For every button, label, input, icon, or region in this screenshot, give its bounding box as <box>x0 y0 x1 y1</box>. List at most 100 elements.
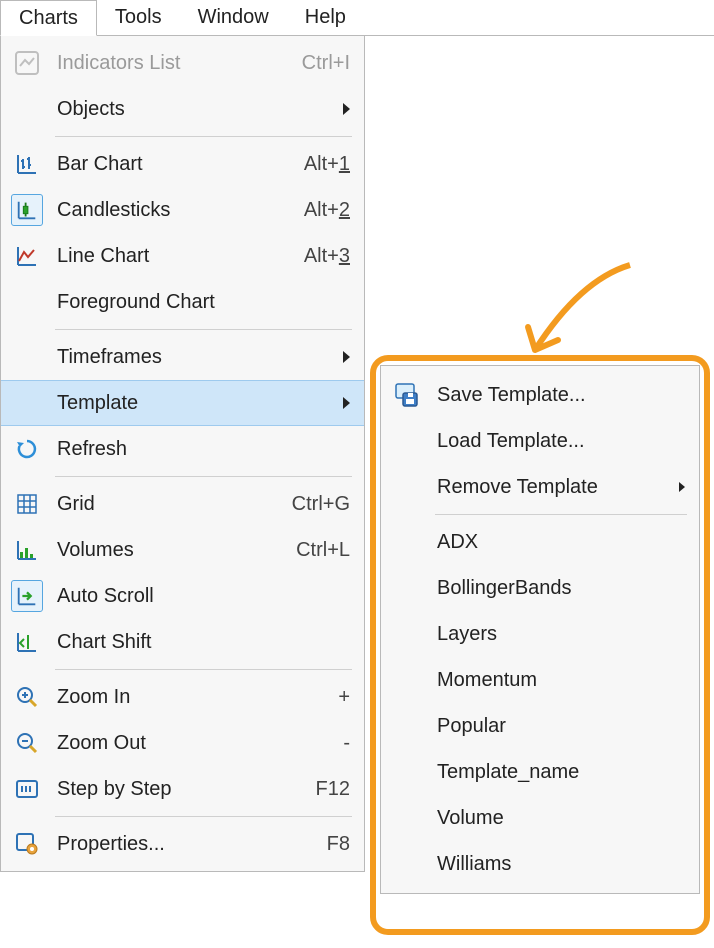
menu-bar-chart[interactable]: Bar Chart Alt+1 <box>1 141 364 187</box>
menu-shortcut: + <box>338 686 350 709</box>
submenu-label: Save Template... <box>437 384 685 407</box>
menu-refresh[interactable]: Refresh <box>1 426 364 472</box>
blank-icon <box>391 618 423 650</box>
blank-icon <box>11 286 43 318</box>
menu-separator <box>55 329 352 330</box>
blank-icon <box>391 848 423 880</box>
blank-icon <box>11 387 43 419</box>
submenu-template-volume[interactable]: Volume <box>381 795 699 841</box>
menu-shortcut: Alt+1 <box>304 153 350 176</box>
menu-shortcut: Ctrl+I <box>302 52 350 75</box>
menubar: Charts Tools Window Help <box>0 0 714 36</box>
menu-label: Timeframes <box>57 346 329 369</box>
blank-icon <box>11 93 43 125</box>
submenu-template-name[interactable]: Template_name <box>381 749 699 795</box>
chevron-right-icon <box>343 103 350 115</box>
menu-label: Template <box>57 392 329 415</box>
submenu-label: Template_name <box>437 761 685 784</box>
chartshift-icon <box>11 626 43 658</box>
menu-label: Grid <box>57 493 278 516</box>
menubar-item-charts[interactable]: Charts <box>0 0 97 36</box>
menu-timeframes[interactable]: Timeframes <box>1 334 364 380</box>
menubar-item-window[interactable]: Window <box>180 0 287 35</box>
menu-objects[interactable]: Objects <box>1 86 364 132</box>
blank-icon <box>391 710 423 742</box>
blank-icon <box>391 756 423 788</box>
charts-dropdown: Indicators List Ctrl+I Objects Bar Chart… <box>0 36 365 872</box>
properties-icon <box>11 828 43 860</box>
menu-shortcut: F8 <box>327 833 350 856</box>
blank-icon <box>391 471 423 503</box>
menu-chart-shift[interactable]: Chart Shift <box>1 619 364 665</box>
menu-label: Candlesticks <box>57 199 290 222</box>
blank-icon <box>391 664 423 696</box>
submenu-label: ADX <box>437 531 685 554</box>
indicators-icon <box>11 47 43 79</box>
submenu-template-momentum[interactable]: Momentum <box>381 657 699 703</box>
submenu-template-adx[interactable]: ADX <box>381 519 699 565</box>
menu-label: Bar Chart <box>57 153 290 176</box>
menu-zoom-out[interactable]: Zoom Out - <box>1 720 364 766</box>
submenu-template-bollinger[interactable]: BollingerBands <box>381 565 699 611</box>
menu-label: Refresh <box>57 438 350 461</box>
menu-label: Step by Step <box>57 778 302 801</box>
menu-foreground-chart[interactable]: Foreground Chart <box>1 279 364 325</box>
submenu-label: Momentum <box>437 669 685 692</box>
menu-separator <box>55 136 352 137</box>
menubar-item-tools[interactable]: Tools <box>97 0 180 35</box>
blank-icon <box>11 341 43 373</box>
submenu-label: BollingerBands <box>437 577 685 600</box>
blank-icon <box>391 425 423 457</box>
menu-candlesticks[interactable]: Candlesticks Alt+2 <box>1 187 364 233</box>
menu-label: Properties... <box>57 833 313 856</box>
menu-label: Auto Scroll <box>57 585 350 608</box>
menu-shortcut: F12 <box>316 778 350 801</box>
menu-zoom-in[interactable]: Zoom In + <box>1 674 364 720</box>
menu-volumes[interactable]: Volumes Ctrl+L <box>1 527 364 573</box>
step-icon <box>11 773 43 805</box>
submenu-label: Load Template... <box>437 430 685 453</box>
menu-label: Foreground Chart <box>57 291 350 314</box>
submenu-separator <box>435 514 687 515</box>
chevron-right-icon <box>343 351 350 363</box>
menu-label: Volumes <box>57 539 282 562</box>
menu-separator <box>55 476 352 477</box>
menu-shortcut: Alt+2 <box>304 199 350 222</box>
grid-icon <box>11 488 43 520</box>
submenu-template-williams[interactable]: Williams <box>381 841 699 887</box>
menu-indicators-list: Indicators List Ctrl+I <box>1 40 364 86</box>
submenu-label: Layers <box>437 623 685 646</box>
menu-label: Zoom Out <box>57 732 329 755</box>
zoomout-icon <box>11 727 43 759</box>
menu-label: Objects <box>57 98 329 121</box>
menu-separator <box>55 816 352 817</box>
menu-shortcut: Ctrl+L <box>296 539 350 562</box>
menu-shortcut: Ctrl+G <box>292 493 350 516</box>
menu-label: Indicators List <box>57 52 288 75</box>
volumes-icon <box>11 534 43 566</box>
submenu-label: Volume <box>437 807 685 830</box>
submenu-label: Popular <box>437 715 685 738</box>
submenu-save-template[interactable]: Save Template... <box>381 372 699 418</box>
submenu-label: Williams <box>437 853 685 876</box>
menubar-item-help[interactable]: Help <box>287 0 364 35</box>
menu-properties[interactable]: Properties... F8 <box>1 821 364 867</box>
autoscroll-icon <box>11 580 43 612</box>
menu-label: Line Chart <box>57 245 290 268</box>
menu-shortcut: Alt+3 <box>304 245 350 268</box>
blank-icon <box>391 802 423 834</box>
menu-auto-scroll[interactable]: Auto Scroll <box>1 573 364 619</box>
menu-template[interactable]: Template <box>1 380 364 426</box>
menu-label: Zoom In <box>57 686 324 709</box>
template-submenu: Save Template... Load Template... Remove… <box>380 365 700 894</box>
menu-step-by-step[interactable]: Step by Step F12 <box>1 766 364 812</box>
menu-shortcut: - <box>343 732 350 755</box>
submenu-remove-template[interactable]: Remove Template <box>381 464 699 510</box>
refresh-icon <box>11 433 43 465</box>
menu-line-chart[interactable]: Line Chart Alt+3 <box>1 233 364 279</box>
menu-grid[interactable]: Grid Ctrl+G <box>1 481 364 527</box>
submenu-template-popular[interactable]: Popular <box>381 703 699 749</box>
submenu-load-template[interactable]: Load Template... <box>381 418 699 464</box>
submenu-template-layers[interactable]: Layers <box>381 611 699 657</box>
zoomin-icon <box>11 681 43 713</box>
